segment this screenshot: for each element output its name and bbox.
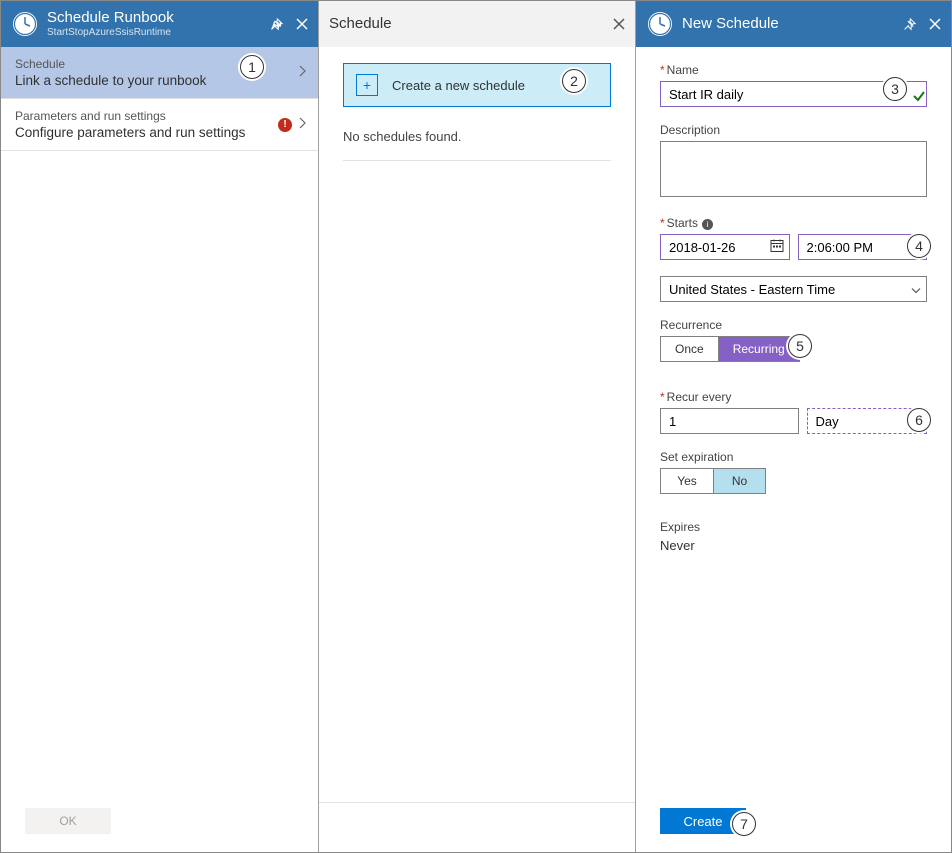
timezone-field-group: United States - Eastern Time xyxy=(660,276,927,302)
schedule-runbook-pane: Schedule Runbook StartStopAzureSsisRunti… xyxy=(1,1,319,852)
pane3-header: New Schedule xyxy=(636,1,951,47)
callout-4: 4 xyxy=(907,234,931,258)
expiration-no[interactable]: No xyxy=(713,469,765,493)
pane1-title: Schedule Runbook xyxy=(47,10,268,27)
pane1-header: Schedule Runbook StartStopAzureSsisRunti… xyxy=(1,1,318,47)
nav-params-title: Configure parameters and run settings xyxy=(15,125,245,140)
description-label: Description xyxy=(660,123,927,137)
new-schedule-pane: New Schedule *Name 3 Descr xyxy=(636,1,951,852)
no-schedules-text: No schedules found. xyxy=(343,125,611,161)
clock-icon xyxy=(11,10,39,38)
create-new-schedule-button[interactable]: + Create a new schedule 2 xyxy=(343,63,611,107)
expires-value: Never xyxy=(660,538,927,553)
close-icon[interactable] xyxy=(611,16,627,32)
starts-label: Starts xyxy=(667,216,698,230)
pin-icon[interactable] xyxy=(268,16,284,32)
description-field-group: Description xyxy=(660,123,927,200)
chevron-right-icon xyxy=(298,64,310,82)
recur-every-field-group: *Recur every Day 6 xyxy=(660,390,927,434)
pane3-title: New Schedule xyxy=(682,16,901,33)
chevron-right-icon xyxy=(298,116,310,134)
schedule-pane: Schedule + Create a new schedule 2 No sc… xyxy=(319,1,636,852)
close-icon[interactable] xyxy=(294,16,310,32)
nav-schedule-title: Link a schedule to your runbook xyxy=(15,73,206,88)
recur-every-label: Recur every xyxy=(667,390,732,404)
set-expiration-label: Set expiration xyxy=(660,450,927,464)
ok-button[interactable]: OK xyxy=(25,808,111,834)
expiration-segmented: Yes No xyxy=(660,468,766,494)
nav-schedule[interactable]: Schedule Link a schedule to your runbook… xyxy=(1,47,318,99)
name-field-group: *Name 3 xyxy=(660,63,927,107)
recurrence-once[interactable]: Once xyxy=(661,337,718,361)
callout-5: 5 xyxy=(788,334,812,358)
callout-2: 2 xyxy=(562,69,586,93)
recurrence-field-group: Recurrence Once Recurring 5 xyxy=(660,318,927,362)
info-icon[interactable]: i xyxy=(702,219,713,230)
recurrence-label: Recurrence xyxy=(660,318,927,332)
clock-icon xyxy=(646,10,674,38)
recurrence-segmented: Once Recurring xyxy=(660,336,800,362)
expires-label: Expires xyxy=(660,520,927,534)
callout-6: 6 xyxy=(907,408,931,432)
pane2-title: Schedule xyxy=(329,16,611,33)
starts-field-group: *Startsi 4 xyxy=(660,216,927,260)
nav-params-label: Parameters and run settings xyxy=(15,109,245,123)
pane1-subtitle: StartStopAzureSsisRuntime xyxy=(47,27,268,38)
recurrence-recurring[interactable]: Recurring xyxy=(718,337,799,361)
nav-parameters[interactable]: Parameters and run settings Configure pa… xyxy=(1,99,318,151)
description-input[interactable] xyxy=(660,141,927,197)
callout-3: 3 xyxy=(883,77,907,101)
recur-value-input[interactable] xyxy=(660,408,799,434)
timezone-select[interactable]: United States - Eastern Time xyxy=(660,276,927,302)
expires-field-group: Expires Never xyxy=(660,520,927,553)
callout-7: 7 xyxy=(732,812,756,836)
expiration-yes[interactable]: Yes xyxy=(661,469,713,493)
set-expiration-field-group: Set expiration Yes No xyxy=(660,450,927,494)
nav-schedule-label: Schedule xyxy=(15,57,206,71)
callout-1: 1 xyxy=(240,55,264,79)
starts-date-input[interactable] xyxy=(660,234,790,260)
plus-icon: + xyxy=(356,74,378,96)
check-icon xyxy=(909,84,929,108)
pin-icon[interactable] xyxy=(901,16,917,32)
create-new-schedule-label: Create a new schedule xyxy=(392,78,525,93)
pane2-header: Schedule xyxy=(319,1,635,47)
alert-icon: ! xyxy=(278,118,292,132)
name-label: Name xyxy=(667,63,699,77)
close-icon[interactable] xyxy=(927,16,943,32)
